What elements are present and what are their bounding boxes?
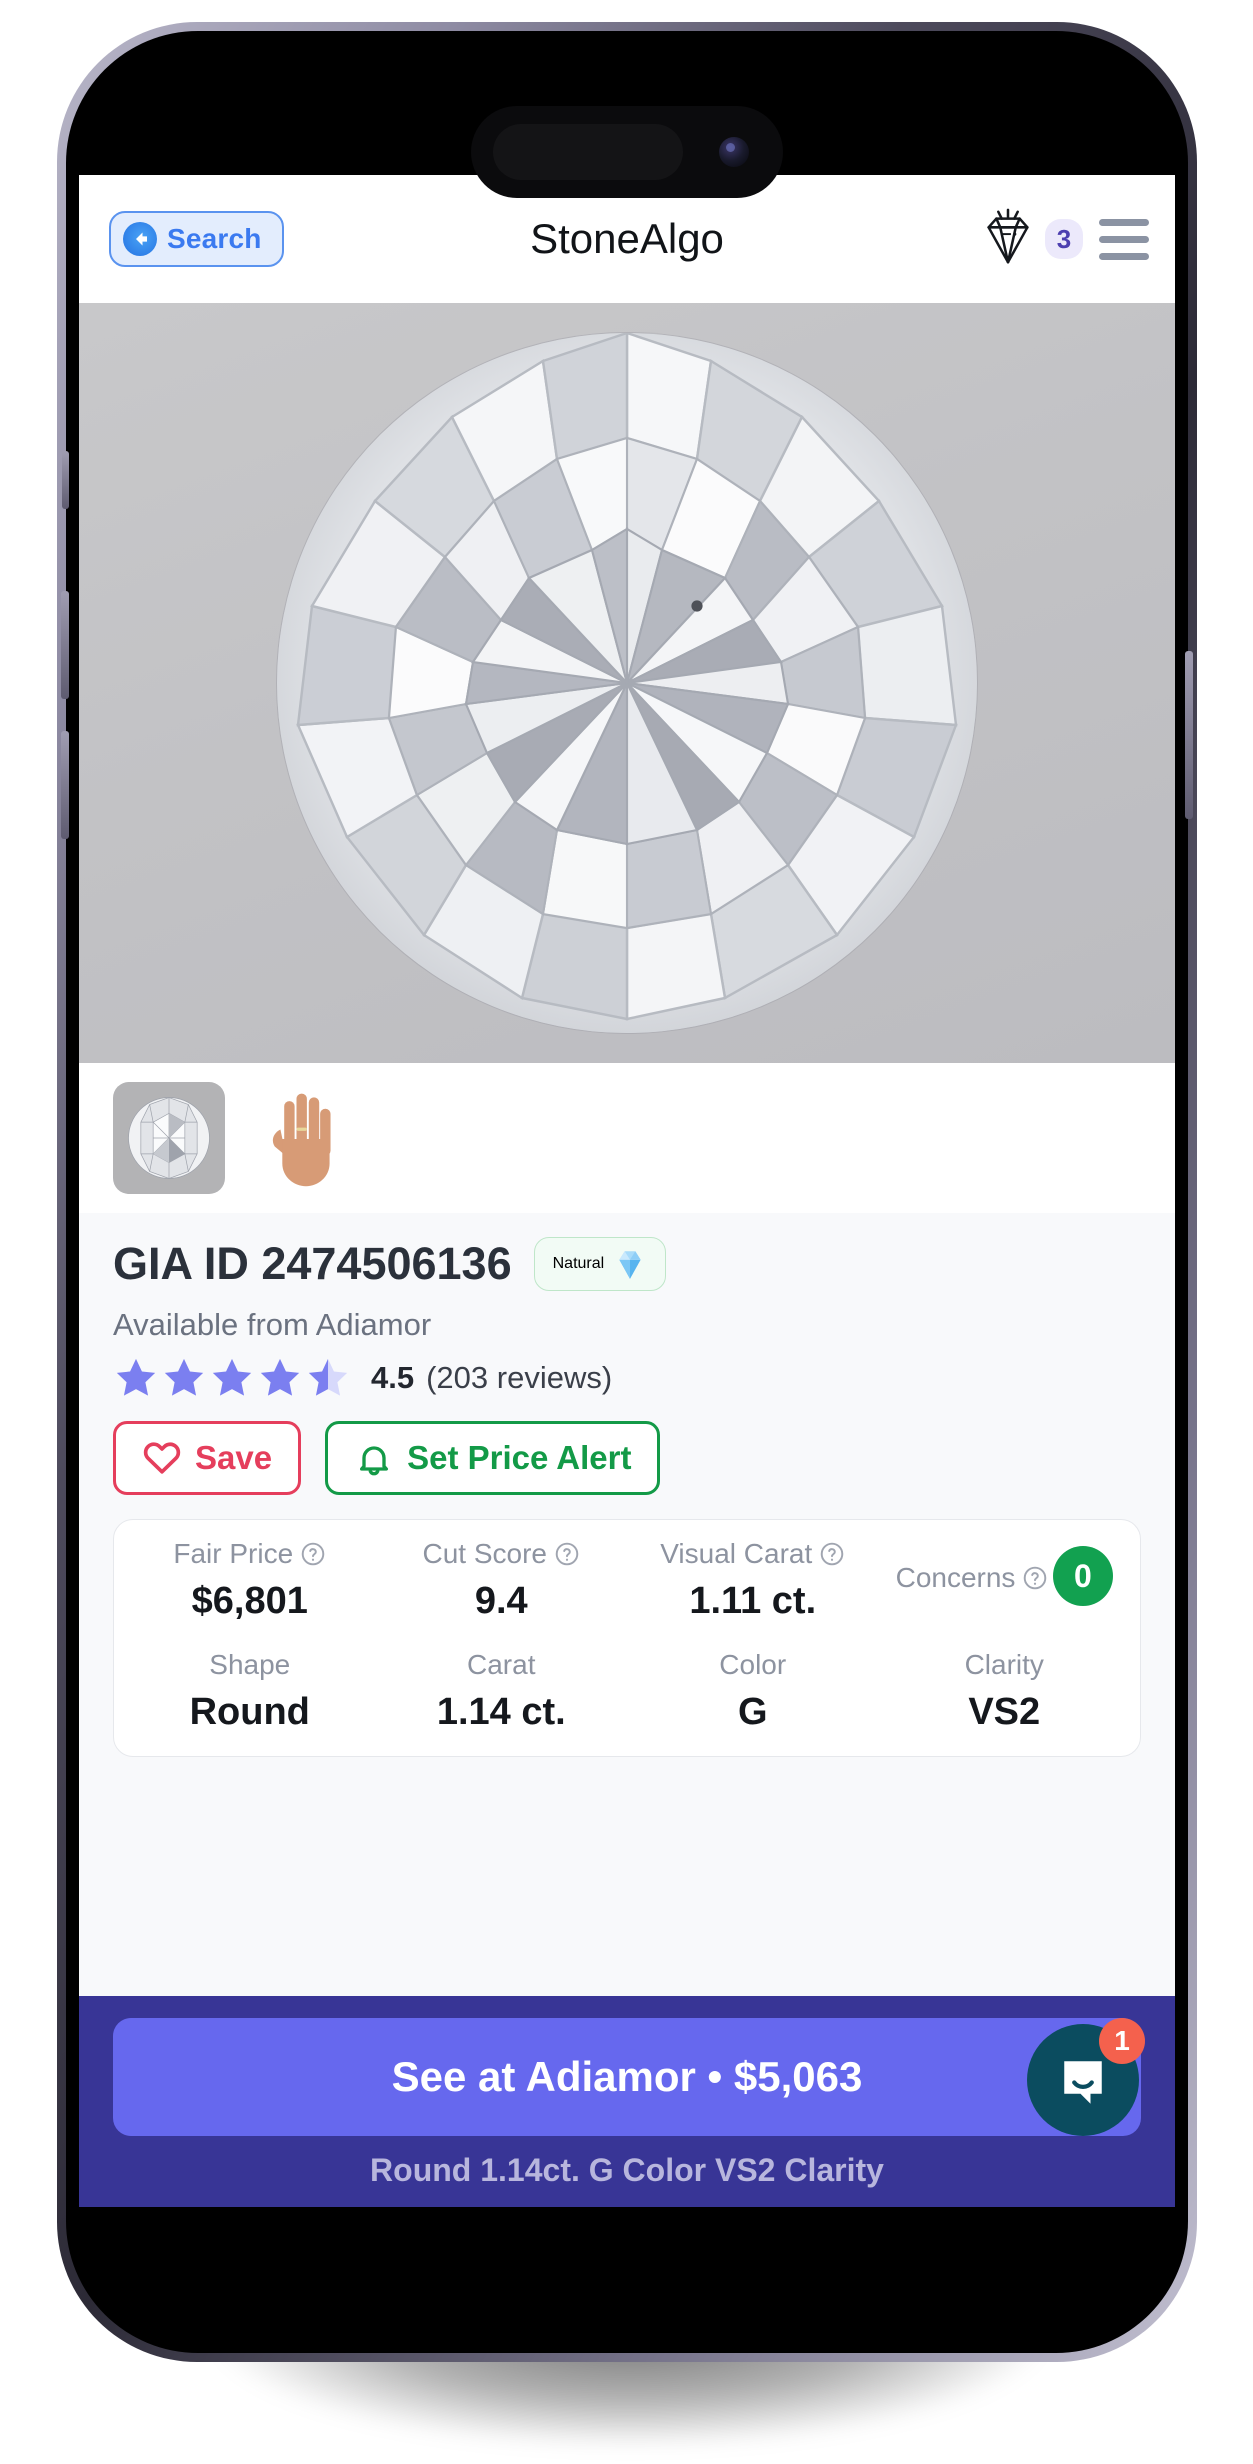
- bell-icon: [354, 1438, 394, 1478]
- saved-diamonds-count-badge: 3: [1045, 219, 1083, 259]
- star-icon: [164, 1358, 204, 1396]
- hamburger-menu-icon[interactable]: [1099, 211, 1149, 268]
- stat-label-text: Concerns: [895, 1561, 1016, 1593]
- bottom-cta-bar: See at Adiamor • $5,063 Round 1.14ct. G …: [79, 1996, 1175, 2207]
- volume-down-button[interactable]: [61, 731, 69, 839]
- power-button[interactable]: [1185, 651, 1193, 819]
- stat-value: 1.11 ct.: [689, 1580, 817, 1622]
- stat-label: Carat: [467, 1649, 536, 1680]
- hand-thumbnail[interactable]: [249, 1082, 361, 1194]
- heart-icon: [142, 1438, 182, 1478]
- natural-badge-label: Natural: [552, 1255, 605, 1272]
- saved-diamonds-button[interactable]: 3: [977, 206, 1083, 273]
- stat-concerns: Concerns 0: [879, 1538, 1131, 1623]
- stats-row-primary: Fair Price $6,801 Cut Score 9.4 Visual C…: [124, 1538, 1130, 1623]
- star-half-icon: [308, 1358, 348, 1396]
- diamond-icon: [977, 206, 1039, 273]
- chat-bubble-icon: [1053, 2050, 1113, 2110]
- stat-value: Round: [189, 1691, 310, 1733]
- stat-shape: Shape Round: [124, 1649, 376, 1734]
- save-button-label: Save: [195, 1439, 273, 1476]
- stat-label: Fair Price: [173, 1538, 326, 1570]
- stat-label-text: Visual Carat: [660, 1538, 813, 1569]
- help-icon[interactable]: [554, 1541, 580, 1567]
- cta-subtitle: Round 1.14ct. G Color VS2 Clarity: [370, 2152, 884, 2188]
- see-at-retailer-button[interactable]: See at Adiamor • $5,063: [113, 2018, 1141, 2136]
- reviews-count: (203 reviews): [426, 1360, 613, 1395]
- stats-row-secondary: Shape Round Carat 1.14 ct. Color G Clari…: [124, 1649, 1130, 1734]
- stat-label: Cut Score: [423, 1538, 581, 1570]
- diamond-stats-card: Fair Price $6,801 Cut Score 9.4 Visual C…: [113, 1519, 1141, 1757]
- availability-text: Available from Adiamor: [113, 1307, 432, 1342]
- round-brilliant-diamond-photo: [277, 333, 977, 1033]
- set-price-alert-label: Set Price Alert: [407, 1439, 632, 1476]
- island-speaker-pill: [493, 124, 683, 180]
- search-back-button[interactable]: Search: [109, 211, 284, 267]
- star-rating: [113, 1355, 351, 1401]
- stat-value: $6,801: [191, 1580, 308, 1622]
- stat-label-text: Cut Score: [422, 1538, 548, 1569]
- stat-carat: Carat 1.14 ct.: [376, 1649, 628, 1734]
- natural-badge: Natural: [533, 1237, 667, 1291]
- help-icon[interactable]: [300, 1541, 326, 1567]
- diamond-gem-icon: [613, 1247, 647, 1281]
- stat-value: VS2: [968, 1691, 1041, 1733]
- stat-value: 9.4: [474, 1580, 528, 1622]
- stat-cut-score: Cut Score 9.4: [376, 1538, 628, 1623]
- thumbnail-strip: [79, 1063, 1175, 1213]
- stat-value: 1.14 ct.: [436, 1691, 566, 1733]
- gia-id-title: GIA ID 2474506136: [113, 1238, 512, 1289]
- front-camera-icon: [719, 137, 749, 167]
- intercom-unread-badge: 1: [1099, 2018, 1145, 2064]
- header-actions: 3: [977, 206, 1149, 273]
- rating-row: 4.5 (203 reviews): [113, 1355, 1141, 1401]
- intercom-chat-launcher[interactable]: 1: [1027, 2018, 1145, 2136]
- help-icon[interactable]: [819, 1541, 845, 1567]
- hamburger-line: [1099, 235, 1149, 243]
- diamond-hero-image[interactable]: [79, 303, 1175, 1063]
- stat-label: Color: [719, 1649, 787, 1680]
- rating-value: 4.5: [371, 1360, 415, 1395]
- diamond-thumbnail[interactable]: [113, 1082, 225, 1194]
- phone-screen: Search StoneAlgo 3 GIA ID 2474506136 Nat…: [79, 44, 1175, 2340]
- back-arrow-icon: [123, 222, 157, 256]
- stat-label: Visual Carat: [660, 1538, 845, 1570]
- volume-up-button[interactable]: [61, 591, 69, 699]
- star-icon: [116, 1358, 156, 1396]
- stat-label: Shape: [209, 1649, 291, 1680]
- star-icon: [212, 1358, 252, 1396]
- stat-label-text: Fair Price: [173, 1538, 294, 1569]
- stat-value: G: [737, 1691, 768, 1733]
- set-price-alert-button[interactable]: Set Price Alert: [325, 1421, 661, 1495]
- help-icon[interactable]: [1022, 1565, 1048, 1591]
- concerns-count-badge: 0: [1052, 1546, 1113, 1606]
- diamond-detail-section: GIA ID 2474506136 Natural Available from…: [79, 1213, 1175, 1996]
- stat-fair-price: Fair Price $6,801: [124, 1538, 376, 1623]
- stat-label: Clarity: [964, 1649, 1044, 1680]
- title-row: GIA ID 2474506136 Natural: [113, 1237, 1141, 1291]
- save-button[interactable]: Save: [113, 1421, 302, 1495]
- action-buttons: Save Set Price Alert: [113, 1421, 1141, 1495]
- dynamic-island: [471, 106, 783, 198]
- hamburger-line: [1099, 252, 1149, 260]
- silent-switch[interactable]: [62, 451, 69, 509]
- see-at-retailer-label: See at Adiamor • $5,063: [391, 2053, 863, 2100]
- phone-bezel: Search StoneAlgo 3 GIA ID 2474506136 Nat…: [61, 31, 1193, 2353]
- app-viewport: Search StoneAlgo 3 GIA ID 2474506136 Nat…: [79, 175, 1175, 2207]
- stat-label: Concerns: [896, 1562, 1049, 1594]
- stat-clarity: Clarity VS2: [879, 1649, 1131, 1734]
- stat-color: Color G: [627, 1649, 879, 1734]
- star-icon: [260, 1358, 300, 1396]
- phone-device-frame: Search StoneAlgo 3 GIA ID 2474506136 Nat…: [57, 22, 1197, 2362]
- stat-visual-carat: Visual Carat 1.11 ct.: [627, 1538, 879, 1623]
- search-back-label: Search: [167, 223, 262, 254]
- page-title: StoneAlgo: [530, 215, 724, 262]
- hamburger-line: [1099, 218, 1149, 226]
